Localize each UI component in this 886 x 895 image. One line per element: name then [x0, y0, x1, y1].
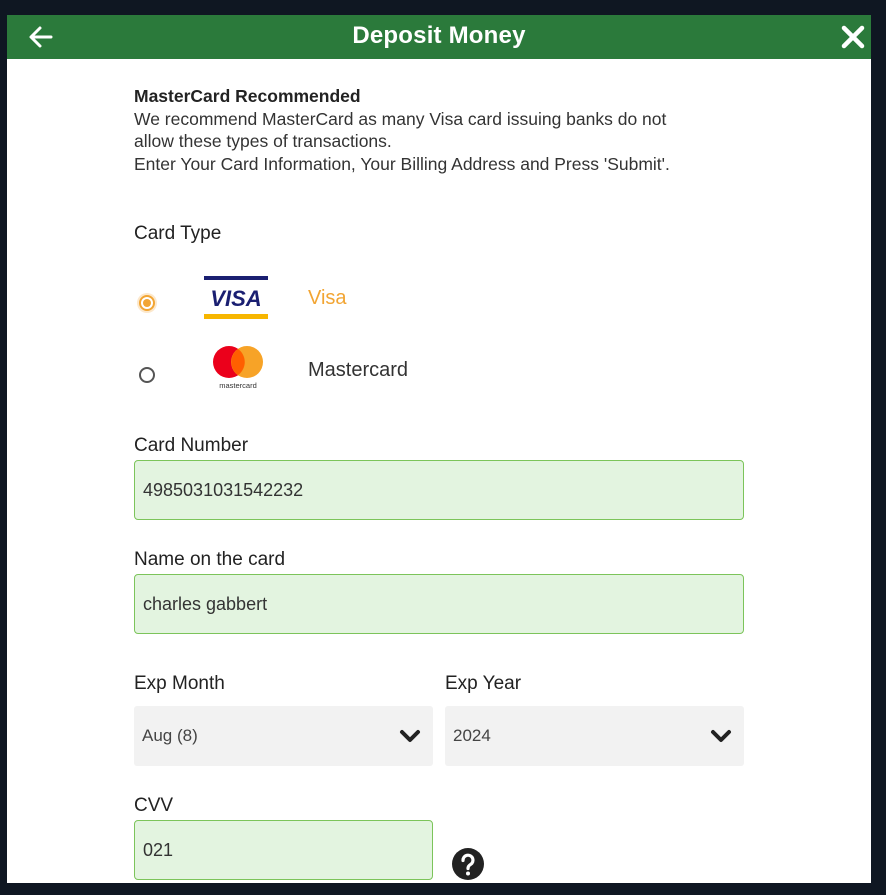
exp-month-value: Aug (8)	[142, 726, 198, 745]
modal-title: Deposit Money	[352, 22, 526, 49]
notice-heading: MasterCard Recommended	[134, 86, 361, 106]
card-type-label: Card Type	[134, 223, 222, 244]
exp-year-label: Exp Year	[445, 673, 522, 694]
card-type-option-mastercard[interactable]: mastercard Mastercard	[134, 343, 534, 399]
cvv-input[interactable]	[134, 820, 433, 880]
chevron-down-icon	[399, 725, 421, 747]
exp-year-select[interactable]: 2024	[445, 706, 744, 766]
exp-year-value: 2024	[453, 726, 491, 745]
card-type-option-visa[interactable]: VISA Visa	[134, 273, 534, 329]
mastercard-label: Mastercard	[308, 359, 409, 381]
card-number-input[interactable]	[134, 460, 744, 520]
mastercard-logo-text: mastercard	[219, 381, 257, 390]
name-on-card-label: Name on the card	[134, 549, 286, 570]
card-number-label: Card Number	[134, 435, 249, 456]
notice-line: allow these types of transactions.	[134, 131, 392, 151]
chevron-down-icon	[710, 725, 732, 747]
help-question-icon[interactable]	[452, 848, 484, 880]
modal-header: Deposit Money	[7, 15, 871, 59]
close-icon[interactable]	[839, 23, 867, 51]
cvv-label: CVV	[134, 795, 174, 816]
exp-month-select[interactable]: Aug (8)	[134, 706, 433, 766]
mastercard-logo: mastercard	[210, 343, 268, 391]
exp-month-label: Exp Month	[134, 673, 225, 694]
deposit-modal: Deposit Money MasterCard Recommended We …	[7, 15, 871, 883]
visa-logo-text: VISA	[210, 286, 261, 311]
notice-text: MasterCard Recommended We recommend Mast…	[134, 85, 754, 175]
visa-logo: VISA	[204, 276, 268, 320]
visa-radio[interactable]	[139, 295, 155, 311]
mastercard-radio[interactable]	[139, 367, 155, 383]
notice-line: Enter Your Card Information, Your Billin…	[134, 153, 670, 174]
visa-label: Visa	[308, 287, 347, 309]
notice-line: We recommend MasterCard as many Visa car…	[134, 108, 667, 129]
name-on-card-input[interactable]	[134, 574, 744, 634]
